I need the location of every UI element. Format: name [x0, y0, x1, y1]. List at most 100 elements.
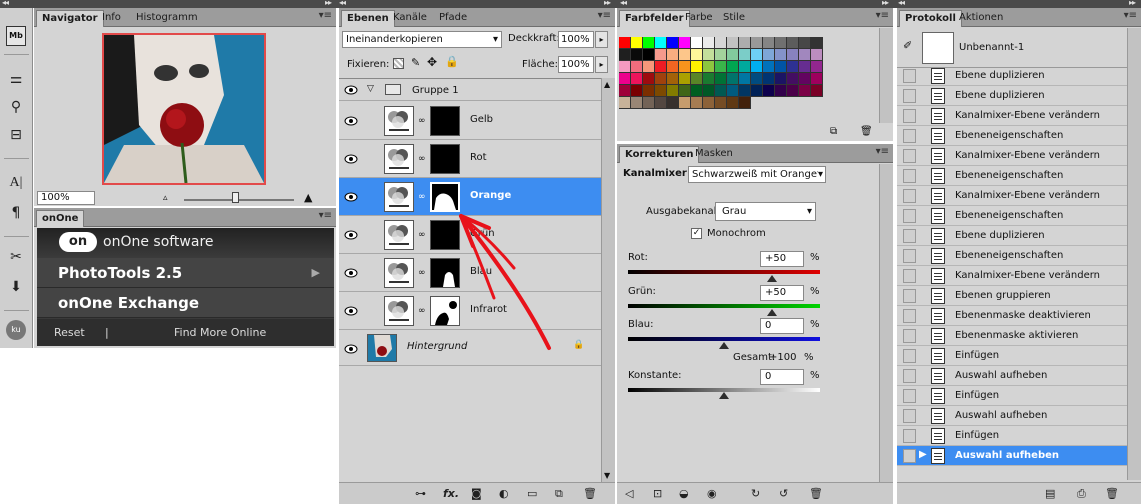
color-swatch[interactable] [631, 37, 643, 49]
lock-position-icon[interactable]: ✥ [427, 55, 437, 69]
navigator-preview[interactable] [102, 33, 266, 185]
color-swatch[interactable] [751, 61, 763, 73]
eye-icon[interactable] [344, 83, 358, 97]
link-layers-icon[interactable]: ⊶ [415, 487, 426, 500]
panel-menu-icon[interactable]: ▾≡ [876, 10, 889, 21]
color-swatch[interactable] [631, 49, 643, 61]
fill-stepper[interactable]: ▸ [595, 56, 608, 73]
opacity-stepper[interactable]: ▸ [595, 31, 608, 48]
tab-histogram[interactable]: Histogramm [131, 10, 203, 27]
collapse-arrows-icon[interactable]: ◂◂ [620, 0, 627, 7]
color-swatch[interactable] [691, 85, 703, 97]
tab-info[interactable]: Info [97, 10, 126, 27]
lock-all-icon[interactable]: 🔒 [445, 55, 459, 68]
layers-scrollbar[interactable]: ▲ ▼ [601, 78, 615, 482]
clone-source-icon[interactable]: ⬇ [5, 276, 27, 298]
scroll-up-icon[interactable]: ▲ [604, 80, 610, 89]
color-swatch[interactable] [667, 49, 679, 61]
collapse-arrows-icon[interactable]: ◂◂ [898, 0, 905, 7]
link-icon[interactable]: ∞ [418, 116, 426, 128]
history-item[interactable]: Ebenenmaske aktivieren [897, 326, 1137, 346]
blue-value-field[interactable]: 0 [760, 318, 804, 334]
background-thumbnail[interactable] [367, 334, 397, 362]
color-swatch[interactable] [667, 37, 679, 49]
new-swatch-icon[interactable]: ⧉ [830, 126, 837, 137]
history-source-checkbox[interactable] [903, 189, 916, 203]
color-swatch[interactable] [691, 97, 703, 109]
history-source-checkbox[interactable] [903, 369, 916, 383]
color-swatch[interactable] [775, 73, 787, 85]
character-icon[interactable]: A| [5, 172, 27, 194]
color-swatch[interactable] [643, 37, 655, 49]
blend-mode-select[interactable]: Ineinanderkopieren ▾ [342, 31, 502, 48]
color-swatch[interactable] [751, 37, 763, 49]
expand-view-icon[interactable]: ⊡ [653, 487, 662, 500]
tab-color[interactable]: Farbe [680, 10, 718, 27]
color-swatch[interactable] [763, 37, 775, 49]
color-swatch[interactable] [619, 49, 631, 61]
new-document-icon[interactable]: ▤ [1045, 487, 1055, 500]
color-swatch[interactable] [739, 49, 751, 61]
history-source-checkbox[interactable] [903, 349, 916, 363]
color-swatch[interactable] [667, 97, 679, 109]
green-value-field[interactable]: +50 [760, 285, 804, 301]
swatches-scrollbar[interactable] [879, 28, 893, 123]
color-swatch[interactable] [727, 49, 739, 61]
history-source-checkbox[interactable] [903, 249, 916, 263]
sliders-icon[interactable]: ⚌ [5, 68, 27, 90]
adjustment-layer-icon[interactable]: ◐ [499, 487, 509, 500]
constant-value-field[interactable]: 0 [760, 369, 804, 385]
history-source-checkbox[interactable] [903, 269, 916, 283]
collapse-arrows-icon[interactable]: ◂◂ [2, 0, 9, 7]
color-swatch[interactable] [727, 73, 739, 85]
red-value-field[interactable]: +50 [760, 251, 804, 267]
expand-arrows-icon[interactable]: ▸▸ [604, 0, 611, 7]
history-source-checkbox[interactable] [903, 309, 916, 323]
color-swatch[interactable] [775, 49, 787, 61]
onone-item-exchange[interactable]: onOne Exchange [37, 288, 334, 318]
history-source-checkbox[interactable] [903, 449, 916, 463]
history-item[interactable]: Ebene duplizieren [897, 86, 1137, 106]
color-swatch[interactable] [739, 73, 751, 85]
paragraph-icon[interactable]: ¶ [5, 202, 27, 224]
color-swatch[interactable] [691, 49, 703, 61]
layer-row-gelb[interactable]: ∞ Gelb [339, 102, 601, 140]
tab-swatches[interactable]: Farbfelder [619, 10, 690, 27]
color-swatch[interactable] [679, 97, 691, 109]
expand-arrows-icon[interactable]: ▸▸ [1129, 0, 1136, 7]
color-swatch[interactable] [631, 85, 643, 97]
monochrome-checkbox[interactable]: ✓ [691, 228, 702, 239]
history-source-checkbox[interactable] [903, 169, 916, 183]
back-arrow-icon[interactable]: ◁ [625, 487, 633, 500]
zoom-out-icon[interactable]: ▵ [163, 193, 168, 203]
history-scrollbar[interactable] [1127, 28, 1141, 480]
color-swatch[interactable] [703, 61, 715, 73]
fx-icon[interactable]: fx. [443, 487, 459, 500]
new-group-icon[interactable]: ▭ [527, 487, 537, 500]
color-swatch[interactable] [691, 73, 703, 85]
tab-navigator[interactable]: Navigator [36, 10, 104, 27]
color-swatch[interactable] [643, 97, 655, 109]
reset-icon[interactable]: ↺ [779, 487, 788, 500]
zoom-slider-knob[interactable] [232, 192, 239, 203]
color-swatch[interactable] [643, 49, 655, 61]
color-swatch[interactable] [811, 85, 823, 97]
color-swatch[interactable] [619, 61, 631, 73]
zoom-field[interactable]: 100% [37, 191, 95, 205]
history-item[interactable]: Ebeneneigenschaften [897, 206, 1137, 226]
blue-slider-knob[interactable] [719, 342, 729, 349]
color-swatch[interactable] [787, 85, 799, 97]
history-item[interactable]: Einfügen [897, 426, 1137, 446]
color-swatch[interactable] [679, 73, 691, 85]
visibility-eye-icon[interactable]: ◉ [707, 487, 717, 500]
trash-icon[interactable]: 🗑 [583, 487, 597, 500]
minibridge-icon[interactable]: Mb [6, 26, 26, 46]
history-source-checkbox[interactable] [903, 89, 916, 103]
color-swatch[interactable] [631, 73, 643, 85]
color-swatch[interactable] [679, 37, 691, 49]
history-source-checkbox[interactable] [903, 389, 916, 403]
color-swatch[interactable] [619, 37, 631, 49]
color-swatch[interactable] [739, 97, 751, 109]
history-item[interactable]: Ebeneneigenschaften [897, 166, 1137, 186]
swatch-grid[interactable] [619, 37, 823, 109]
